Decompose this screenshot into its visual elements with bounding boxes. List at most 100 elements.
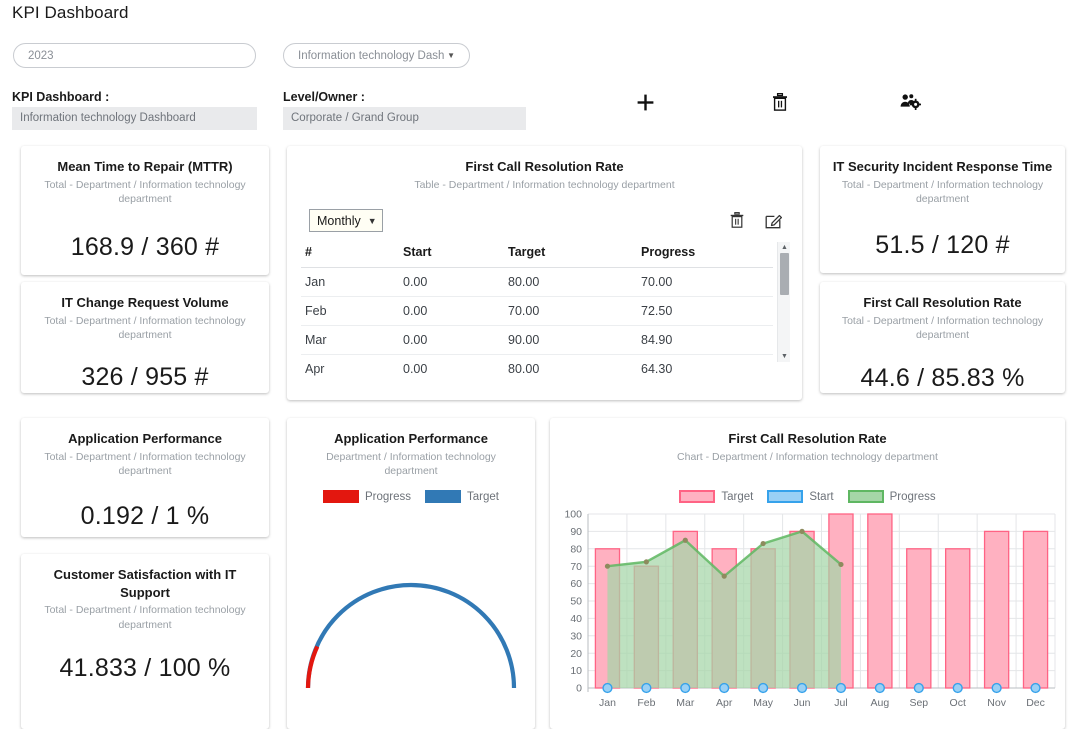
level-owner-value[interactable] [283,107,526,130]
point-progress [682,537,688,543]
kpi-card-change-volume[interactable]: IT Change Request Volume Total - Departm… [21,282,269,393]
table-widget-subtitle: Table - Department / Information technol… [414,178,675,191]
legend-item-progress[interactable]: Progress [847,490,936,503]
trash-icon [730,212,744,228]
kpi-card-app-performance[interactable]: Application Performance Total - Departme… [21,418,269,537]
table-row[interactable]: Jan 0.00 80.00 70.00 [301,267,773,297]
x-tick-label: May [753,697,774,709]
x-tick-label: Mar [676,697,695,709]
fcr-bar-chart: 0 10 20 30 40 50 60 70 80 90 100 Jan Feb Mar Apr May Jun… [564,509,1056,709]
legend-label-target: Target [721,490,754,503]
gauge-widget: Application Performance Department / Inf… [287,418,535,729]
legend-item-target[interactable]: Target [425,490,499,503]
cell-target: 80.00 [504,267,637,297]
scrollbar-thumb[interactable] [780,253,789,295]
kpi-data-table: # Start Target Progress Jan 0.00 80.00 7… [301,242,773,383]
gauge-target-arc [305,582,517,689]
legend-swatch-target [425,490,462,503]
card-subtitle: Total - Department / Information technol… [841,314,1044,342]
scroll-down-icon[interactable]: ▼ [778,351,791,362]
point-progress [604,563,611,569]
period-select[interactable]: Monthly ▼ [309,209,383,232]
bar-target [906,548,932,689]
chart-title: First Call Resolution Rate [728,431,887,446]
kpi-dashboard-label: KPI Dashboard : [12,90,110,104]
card-value: 41.833 / 100 % [59,654,231,683]
manage-users-button[interactable] [897,90,923,114]
card-title: First Call Resolution Rate [863,295,1022,310]
kpi-dashboard-value[interactable] [12,107,257,130]
cell-month: Jan [301,267,399,297]
table-edit-button[interactable] [761,208,785,232]
level-owner-label: Level/Owner : [283,90,365,104]
y-tick-label: 90 [570,526,582,538]
bar-target [867,513,893,689]
kpi-card-security-response[interactable]: IT Security Incident Response Time Total… [820,146,1065,273]
legend-item-start[interactable]: Start [767,490,834,503]
legend-swatch-target [679,490,716,503]
chevron-down-icon: ▼ [367,215,377,226]
kpi-card-customer-satisfaction[interactable]: Customer Satisfaction with IT Support To… [21,554,269,729]
cell-target: 70.00 [504,296,637,326]
point-start [874,682,885,694]
table-scrollbar[interactable]: ▲ ▼ [777,242,790,362]
gauge-title: Application Performance [334,431,488,446]
users-gear-icon [900,94,921,110]
card-title: IT Change Request Volume [61,295,229,310]
x-tick-label: Jul [834,697,847,709]
legend-item-progress[interactable]: Progress [323,490,411,503]
legend-label-progress: Progress [889,490,936,503]
table-row[interactable]: Mar 0.00 90.00 84.90 [301,325,773,355]
table-widget-title: First Call Resolution Rate [465,159,624,174]
legend-label-progress: Progress [365,490,412,503]
add-kpi-button[interactable] [632,90,658,114]
card-subtitle: Total - Department / Information technol… [44,450,246,478]
table-row[interactable]: Feb 0.00 70.00 72.50 [301,296,773,326]
cell-target: 90.00 [504,325,637,355]
legend-item-target[interactable]: Target [679,490,753,503]
x-tick-label: Aug [871,697,890,709]
card-subtitle: Total - Department / Information technol… [44,178,246,206]
card-subtitle: Total - Department / Information technol… [44,604,246,631]
point-start [758,682,769,694]
page-title: KPI Dashboard [12,3,129,22]
table-widget: First Call Resolution Rate Table - Depar… [287,146,802,400]
card-title: Mean Time to Repair (MTTR) [57,159,233,174]
year-input[interactable] [13,43,256,68]
x-tick-label: Nov [987,697,1006,709]
x-tick-label: Oct [950,697,966,709]
trash-icon [773,93,787,111]
card-value: 326 / 955 # [81,362,209,391]
card-value: 51.5 / 120 # [875,230,1010,259]
edit-pencil-icon [765,214,782,228]
card-subtitle: Total - Department / Information technol… [841,178,1044,206]
point-progress [643,559,649,565]
table-row[interactable]: Apr 0.00 80.00 64.30 [301,355,773,384]
x-tick-label: Feb [637,697,655,709]
bar-target [944,548,971,689]
card-subtitle: Total - Department / Information technol… [44,314,246,342]
card-title: Customer Satisfaction with IT Support [53,567,237,600]
delete-dashboard-button[interactable] [767,90,793,114]
table-delete-button[interactable] [725,208,749,232]
dashboard-select[interactable]: Information technology Dashb ▼ [283,43,470,68]
kpi-card-mttr[interactable]: Mean Time to Repair (MTTR) Total - Depar… [21,146,269,275]
point-start [835,682,847,694]
kpi-dashboard-page: KPI Dashboard Information technology Das… [0,0,1080,729]
table-header-row: # Start Target Progress [301,242,773,268]
bar-target [983,530,1010,689]
card-title: IT Security Incident Response Time [832,159,1053,174]
cell-month: Feb [301,296,399,326]
y-tick-label: 60 [570,578,582,590]
dashboard-select-value: Information technology Dashb [298,49,446,62]
cell-progress: 64.30 [641,362,673,376]
kpi-card-fcr-total[interactable]: First Call Resolution Rate Total - Depar… [820,282,1065,393]
card-title: Application Performance [68,431,222,446]
card-value: 44.6 / 85.83 % [860,363,1025,392]
cell-month: Apr [305,362,325,376]
card-value: 0.192 / 1 % [80,501,210,530]
y-tick-label: 10 [570,665,582,677]
y-tick-label: 40 [570,613,582,625]
legend-label-target: Target [467,490,499,503]
scroll-up-icon[interactable]: ▲ [778,242,791,253]
